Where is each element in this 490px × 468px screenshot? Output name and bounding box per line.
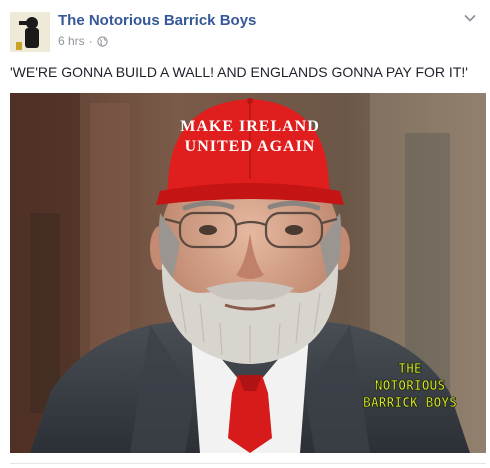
post-text: 'WE'RE GONNA BUILD A WALL! AND ENGLANDS … (10, 64, 468, 80)
avatar[interactable] (10, 12, 50, 52)
post-photo[interactable]: MAKE IRELAND UNITED AGAIN THE NOTORIOUS … (10, 93, 486, 453)
meta-separator: · (88, 34, 93, 48)
facebook-post: The Notorious Barrick Boys 6 hrs · 'WE'R… (0, 0, 490, 468)
avatar-image (10, 12, 50, 52)
page-name-link[interactable]: The Notorious Barrick Boys (58, 12, 256, 29)
chevron-down-icon[interactable] (462, 10, 478, 26)
photo-image: MAKE IRELAND UNITED AGAIN THE NOTORIOUS … (10, 93, 486, 453)
watermark-line2: NOTORIOUS (375, 379, 446, 394)
cap-text-line1: MAKE IRELAND (180, 118, 320, 135)
watermark-line1: THE (398, 362, 421, 377)
cap-text-line2: UNITED AGAIN (185, 138, 316, 155)
timestamp[interactable]: 6 hrs (58, 34, 85, 48)
watermark-line3: BARRICK BOYS (363, 396, 457, 411)
post-meta: 6 hrs · (58, 34, 108, 48)
globe-icon[interactable] (97, 35, 108, 47)
post-header: The Notorious Barrick Boys 6 hrs · (10, 8, 480, 52)
divider (10, 463, 486, 464)
